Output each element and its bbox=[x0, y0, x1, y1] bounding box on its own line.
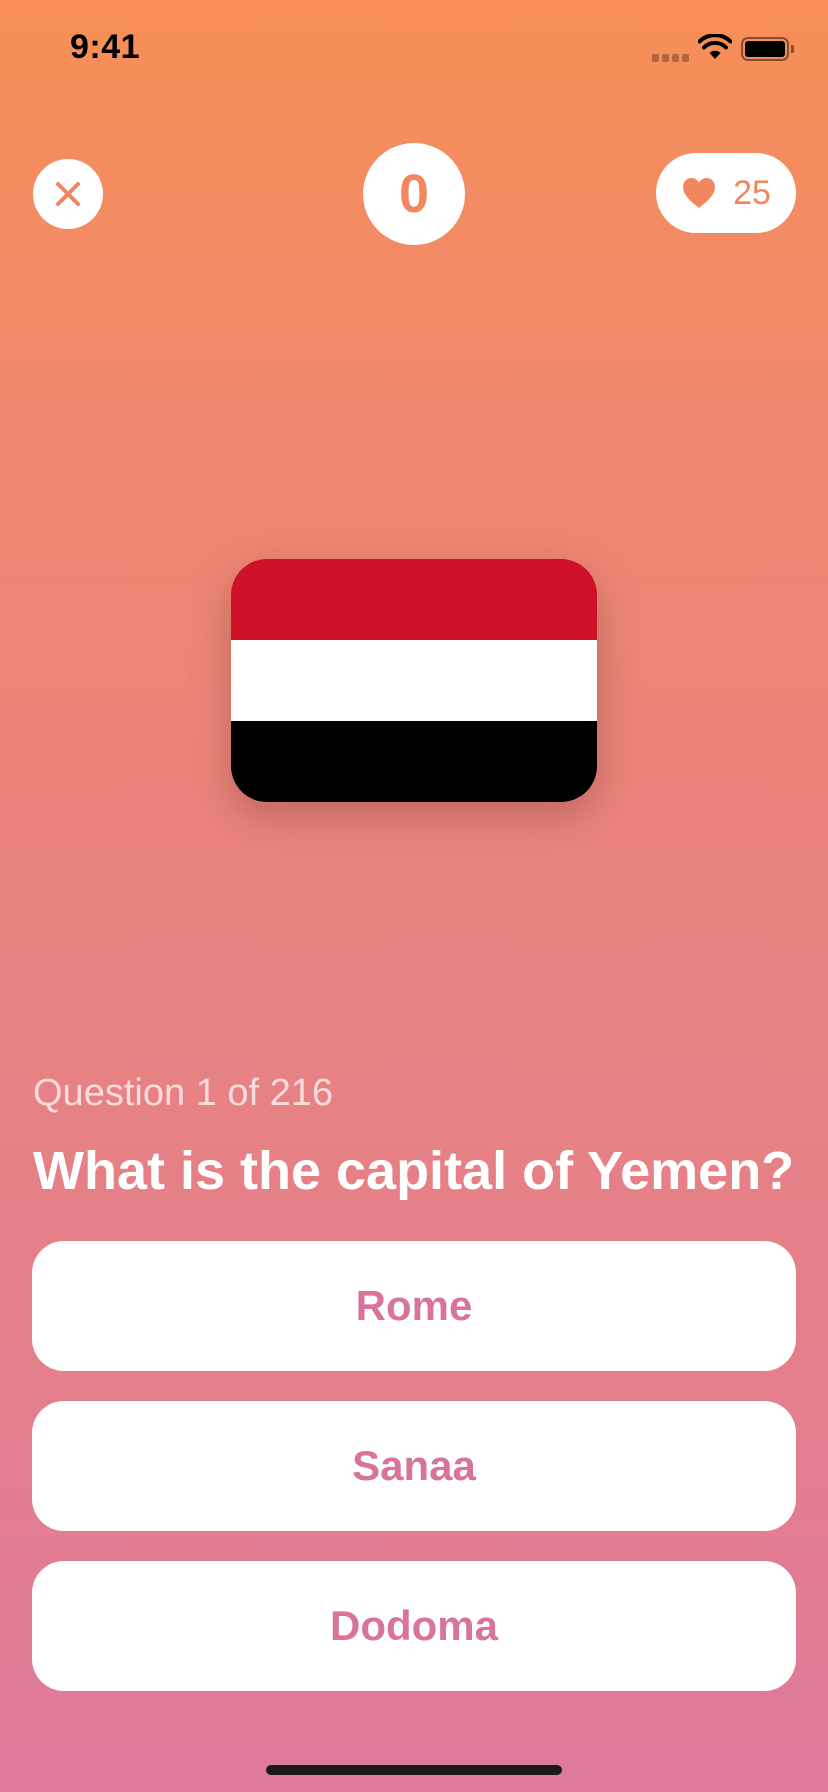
flag-image bbox=[231, 559, 597, 802]
lives-count: 25 bbox=[733, 173, 771, 212]
quiz-screen: 9:41 0 25 Question 1 of 216 What is the … bbox=[0, 0, 828, 1792]
close-button[interactable] bbox=[33, 159, 103, 229]
answer-button-dodoma[interactable]: Dodoma bbox=[32, 1561, 796, 1691]
lives-counter[interactable]: 25 bbox=[656, 153, 796, 233]
flag-stripe-red bbox=[231, 559, 597, 640]
flag-stripe-white bbox=[231, 640, 597, 721]
cellular-signal-icon bbox=[652, 54, 689, 62]
battery-icon bbox=[741, 37, 789, 61]
question-counter: Question 1 of 216 bbox=[33, 1072, 333, 1114]
answer-button-rome[interactable]: Rome bbox=[32, 1241, 796, 1371]
flag-stripe-black bbox=[231, 721, 597, 802]
home-indicator[interactable] bbox=[266, 1765, 562, 1775]
score-counter: 0 bbox=[363, 143, 465, 245]
answer-button-sanaa[interactable]: Sanaa bbox=[32, 1401, 796, 1531]
close-icon bbox=[56, 182, 80, 206]
question-text: What is the capital of Yemen? bbox=[33, 1141, 795, 1201]
battery-cap bbox=[791, 45, 794, 53]
status-time: 9:41 bbox=[70, 28, 141, 66]
heart-icon bbox=[683, 178, 716, 208]
wifi-icon bbox=[698, 34, 732, 59]
